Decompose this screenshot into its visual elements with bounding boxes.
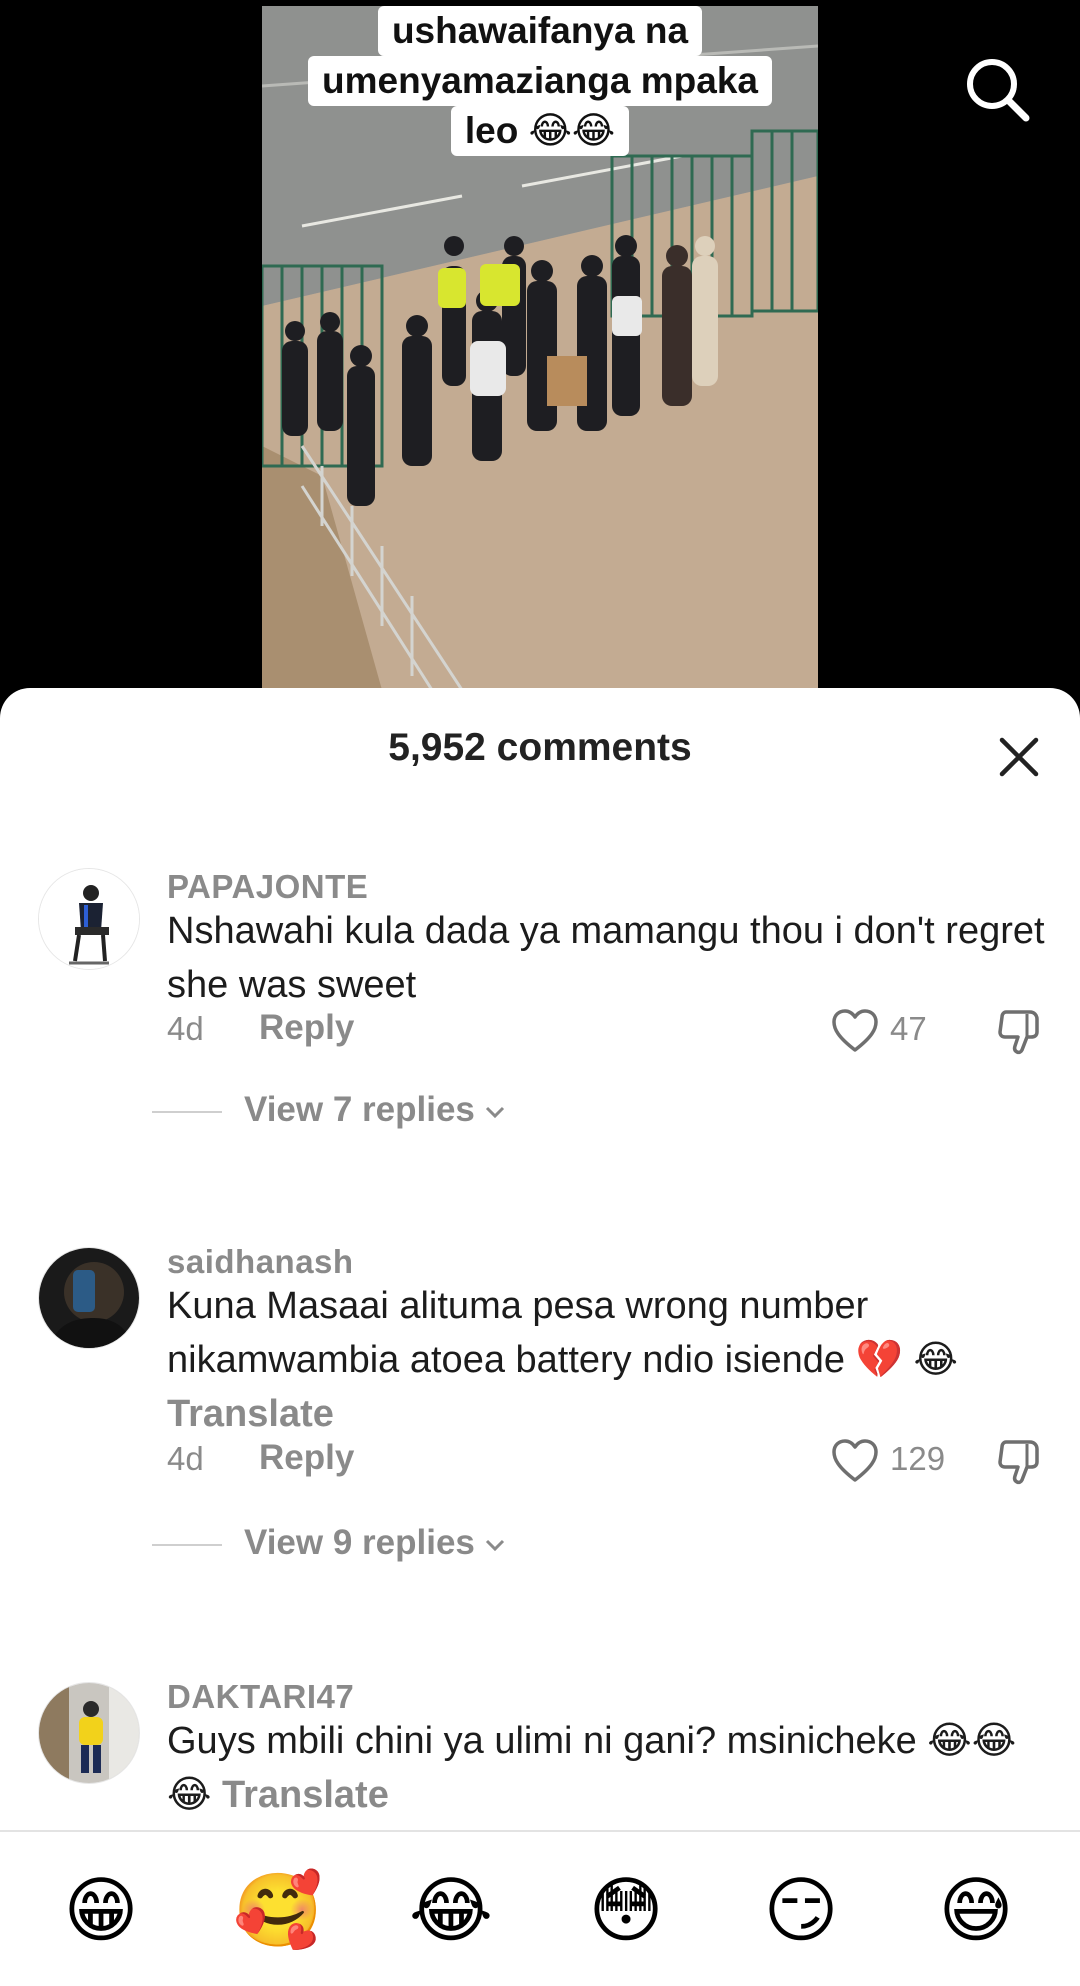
emoji-smirk[interactable]: 😏 bbox=[758, 1868, 844, 1954]
video-frame[interactable]: ushawaifanya na umenyamazianga mpaka leo… bbox=[262, 6, 818, 690]
avatar-image bbox=[39, 1248, 139, 1348]
comment-text: Kuna Masaai alituma pesa wrong number ni… bbox=[167, 1285, 958, 1435]
emoji-tears-of-joy[interactable]: 😂 bbox=[408, 1868, 494, 1954]
divider bbox=[152, 1111, 222, 1113]
comment-username[interactable]: PAPAJONTE bbox=[167, 868, 368, 906]
emoji-quick-bar: 😁 🥰 😂 😳 😏 😅 bbox=[0, 1830, 1080, 1986]
close-button[interactable] bbox=[994, 732, 1044, 782]
emoji-flushed[interactable]: 😳 bbox=[583, 1868, 669, 1954]
close-icon bbox=[999, 737, 1039, 777]
avatar[interactable] bbox=[38, 1682, 140, 1784]
chevron-down-icon bbox=[485, 1539, 504, 1551]
like-count: 129 bbox=[890, 1440, 946, 1477]
caption-line: ushawaifanya na bbox=[377, 6, 703, 56]
reply-button[interactable]: Reply bbox=[259, 1008, 354, 1048]
caption-line: leo 😂😂 bbox=[450, 106, 630, 156]
comment-username[interactable]: saidhanash bbox=[167, 1243, 354, 1281]
comments-sheet: 5,952 comments PAPAJONTE Nshawahi kula d… bbox=[0, 688, 1080, 1984]
like-button[interactable] bbox=[830, 1436, 880, 1486]
divider bbox=[152, 1544, 222, 1546]
comment-timestamp: 4d bbox=[167, 1010, 204, 1047]
dislike-button[interactable] bbox=[994, 1436, 1044, 1486]
caption-line: umenyamazianga mpaka bbox=[308, 56, 772, 106]
thumbs-down-icon bbox=[998, 1010, 1039, 1055]
like-button[interactable] bbox=[830, 1006, 880, 1056]
comment-item: saidhanash Kuna Masaai alituma pesa wron… bbox=[0, 1243, 1080, 1573]
view-replies-label: View 9 replies bbox=[244, 1523, 507, 1563]
comment-text: Guys mbili chini ya ulimi ni gani? msini… bbox=[167, 1720, 1017, 1816]
comment-item: DAKTARI47 Guys mbili chini ya ulimi ni g… bbox=[0, 1678, 1080, 1828]
avatar[interactable] bbox=[38, 1247, 140, 1349]
avatar[interactable] bbox=[38, 868, 140, 970]
dislike-button[interactable] bbox=[994, 1006, 1044, 1056]
comment-text: Nshawahi kula dada ya mamangu thou i don… bbox=[167, 910, 1045, 1006]
comment-username[interactable]: DAKTARI47 bbox=[167, 1678, 354, 1716]
emoji-grinning[interactable]: 😁 bbox=[58, 1868, 144, 1954]
comment-timestamp: 4d bbox=[167, 1440, 204, 1477]
translate-link[interactable]: Translate bbox=[222, 1774, 389, 1816]
like-count: 47 bbox=[890, 1010, 927, 1047]
comments-count-title: 5,952 comments bbox=[388, 726, 692, 769]
avatar-image bbox=[39, 1683, 139, 1783]
search-icon bbox=[967, 59, 1030, 122]
heart-outline-icon bbox=[832, 1009, 878, 1052]
avatar-image bbox=[39, 869, 139, 969]
translate-link[interactable]: Translate bbox=[167, 1393, 334, 1435]
comments-header: 5,952 comments bbox=[0, 688, 1080, 808]
emoji-smiling-hearts[interactable]: 🥰 bbox=[233, 1868, 323, 1954]
chevron-down-icon bbox=[485, 1106, 504, 1118]
search-button[interactable] bbox=[960, 52, 1036, 128]
comment-item: PAPAJONTE Nshawahi kula dada ya mamangu … bbox=[0, 868, 1080, 1278]
video-caption: ushawaifanya na umenyamazianga mpaka leo… bbox=[262, 6, 818, 156]
view-replies-label: View 7 replies bbox=[244, 1090, 507, 1130]
emoji-sweat-smile[interactable]: 😅 bbox=[933, 1868, 1019, 1954]
video-player[interactable]: ushawaifanya na umenyamazianga mpaka leo… bbox=[0, 0, 1080, 700]
heart-outline-icon bbox=[832, 1439, 878, 1482]
reply-button[interactable]: Reply bbox=[259, 1438, 354, 1478]
thumbs-down-icon bbox=[998, 1440, 1039, 1485]
